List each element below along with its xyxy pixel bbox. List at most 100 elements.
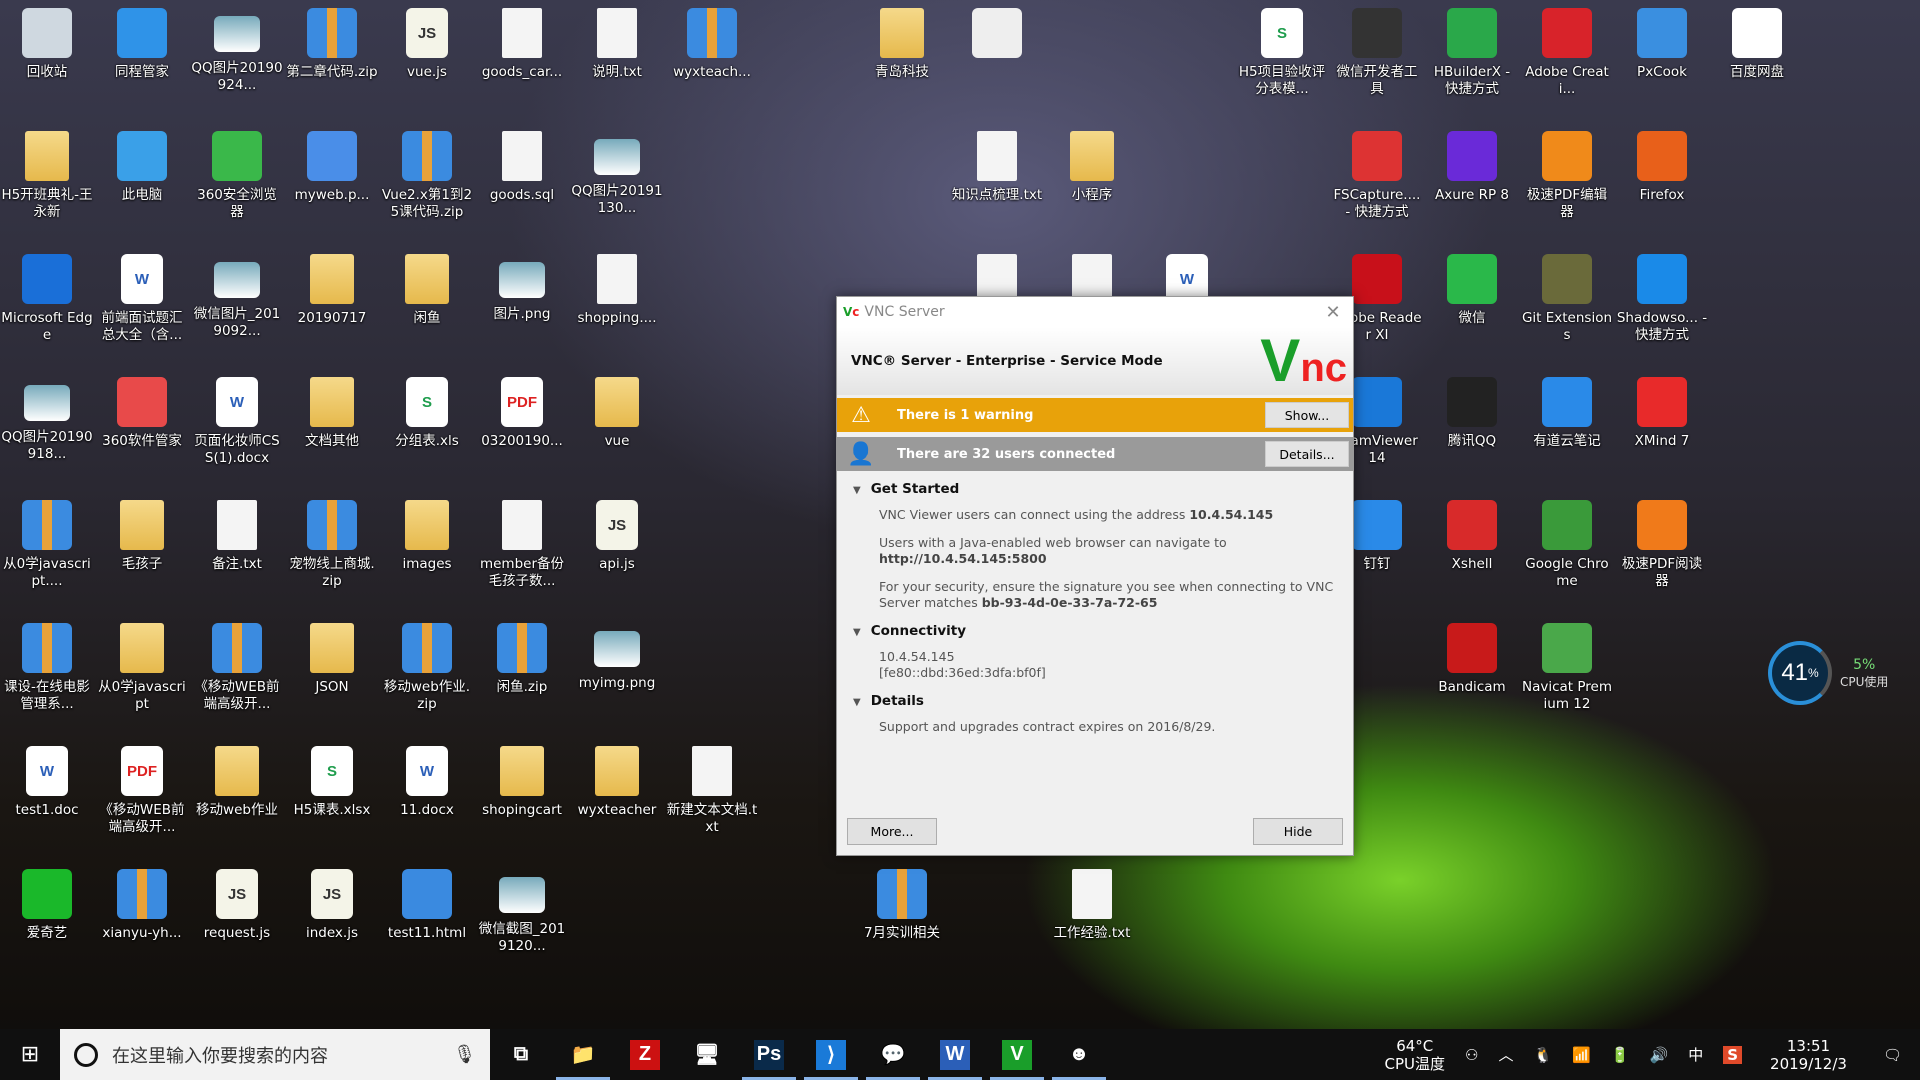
desktop-icon[interactable]: Axure RP 8 [1426,127,1518,204]
details-button[interactable]: Details... [1265,441,1349,467]
desktop-icon[interactable]: 回收站 [1,4,93,81]
desktop-icon[interactable]: 微信截图_2019120... [476,865,568,955]
file-explorer-icon[interactable]: 📁 [552,1029,614,1080]
desktop-icon[interactable]: S H5项目验收评分表模... [1236,4,1328,98]
desktop-icon[interactable]: goods_car... [476,4,568,81]
desktop-icon[interactable]: 备注.txt [191,496,283,573]
desktop-icon[interactable] [951,4,1043,64]
desktop-icon[interactable]: Adobe Creati... [1521,4,1613,98]
desktop-icon[interactable]: JS api.js [571,496,663,573]
cpu-monitor-widget[interactable]: 41% 5% CPU使用 [1768,638,1910,708]
ime-indicator[interactable]: 中 [1678,1046,1713,1064]
desktop-icon[interactable]: 第二章代码.zip [286,4,378,81]
details-toggle[interactable]: ▼ Details [853,693,1337,709]
desktop-icon[interactable]: QQ图片20190924... [191,4,283,94]
desktop-icon[interactable]: 百度网盘 [1711,4,1803,81]
desktop-icon[interactable]: PDF 03200190... [476,373,568,450]
desktop-icon[interactable]: S 分组表.xls [381,373,473,450]
desktop-icon[interactable]: 图片.png [476,250,568,323]
desktop-icon[interactable]: wyxteacher [571,742,663,819]
desktop-icon[interactable]: 闲鱼 [381,250,473,327]
filezilla-icon[interactable]: Z [614,1029,676,1080]
sogou-ime-icon[interactable]: S [1713,1045,1752,1064]
desktop-icon[interactable]: 20190717 [286,250,378,327]
vscode-icon[interactable]: ⟩ [800,1029,862,1080]
desktop-icon[interactable]: 7月实训相关 [856,865,948,942]
desktop-icon[interactable]: 青岛科技 [856,4,948,81]
desktop-icon[interactable]: Shadowso... - 快捷方式 [1616,250,1708,344]
notification-icon[interactable]: 🗨 [1865,1046,1920,1064]
photoshop-icon[interactable]: Ps [738,1029,800,1080]
vnc-icon[interactable]: V [986,1029,1048,1080]
desktop-icon[interactable]: 移动web作业 [191,742,283,819]
desktop-icon[interactable]: W 11.docx [381,742,473,819]
desktop-icon[interactable]: W 前端面试题汇总大全（含... [96,250,188,344]
desktop-icon[interactable]: 360软件管家 [96,373,188,450]
desktop-icon[interactable]: shopingcart [476,742,568,819]
desktop-icon[interactable]: HBuilderX - 快捷方式 [1426,4,1518,98]
get-started-toggle[interactable]: ▼ Get Started [853,481,1337,497]
clock[interactable]: 13:51 2019/12/3 [1752,1037,1865,1073]
volume-icon[interactable]: 🔊 [1640,1046,1679,1064]
desktop-icon[interactable]: PxCook [1616,4,1708,81]
desktop-icon[interactable]: 说明.txt [571,4,663,81]
task-view-icon[interactable]: ⧉ [490,1029,552,1080]
search-box[interactable]: 在这里输入你要搜索的内容 🎙 [60,1029,490,1080]
desktop-icon[interactable]: member备份毛孩子数... [476,496,568,590]
desktop-icon[interactable]: 有道云笔记 [1521,373,1613,450]
desktop-icon[interactable]: 课设-在线电影管理系... [1,619,93,713]
desktop-icon[interactable]: 工作经验.txt [1046,865,1138,942]
desktop-icon[interactable]: FSCapture.... - 快捷方式 [1331,127,1423,221]
desktop-icon[interactable]: 移动web作业.zip [381,619,473,713]
desktop-icon[interactable]: Google Chrome [1521,496,1613,590]
desktop-icon[interactable]: Git Extensions [1521,250,1613,344]
desktop-icon[interactable]: 极速PDF编辑器 [1521,127,1613,221]
desktop-icon[interactable]: JS vue.js [381,4,473,81]
desktop-icon[interactable]: W 页面化妆师CSS(1).docx [191,373,283,467]
desktop-icon[interactable]: myimg.png [571,619,663,692]
desktop-icon[interactable]: 小程序 [1046,127,1138,204]
desktop-icon[interactable]: 同程管家 [96,4,188,81]
desktop-icon[interactable]: myweb.p... [286,127,378,204]
desktop-icon[interactable]: 知识点梳理.txt [951,127,1043,204]
close-button[interactable]: ✕ [1313,302,1353,323]
desktop-icon[interactable]: 此电脑 [96,127,188,204]
desktop-icon[interactable]: 从0学javascript.... [1,496,93,590]
desktop-icon[interactable]: S H5课表.xlsx [286,742,378,819]
desktop-icon[interactable]: H5开班典礼-王永新 [1,127,93,221]
desktop-icon[interactable]: wyxteach... [666,4,758,81]
desktop-icon[interactable]: 微信开发者工具 [1331,4,1423,98]
show-button[interactable]: Show... [1265,402,1349,428]
desktop-icon[interactable]: JS request.js [191,865,283,942]
desktop-icon[interactable]: 文档其他 [286,373,378,450]
desktop-icon[interactable]: Bandicam [1426,619,1518,696]
connectivity-toggle[interactable]: ▼ Connectivity [853,623,1337,639]
desktop-icon[interactable]: Vue2.x第1到25课代码.zip [381,127,473,221]
start-button[interactable]: ⊞ [0,1029,60,1080]
desktop-icon[interactable]: 《移动WEB前端高级开... [191,619,283,713]
desktop-icon[interactable]: xianyu-yh... [96,865,188,942]
desktop-icon[interactable]: XMind 7 [1616,373,1708,450]
desktop-icon[interactable]: 腾讯QQ [1426,373,1518,450]
chevron-up-icon[interactable]: ︿ [1488,1046,1523,1064]
more-button[interactable]: More... [847,818,937,845]
desktop-icon[interactable]: 新建文本文档.txt [666,742,758,836]
desktop-icon[interactable]: 微信图片_2019092... [191,250,283,340]
remote-desktop-icon[interactable]: 🖥 [676,1029,738,1080]
desktop-icon[interactable]: Xshell [1426,496,1518,573]
desktop-icon[interactable]: 360安全浏览器 [191,127,283,221]
desktop-icon[interactable]: shopping.... [571,250,663,327]
tray-app-icon[interactable]: 🐧 [1523,1046,1562,1064]
battery-icon[interactable]: 🔋 [1601,1046,1640,1064]
desktop-icon[interactable]: 闲鱼.zip [476,619,568,696]
desktop-icon[interactable]: 极速PDF阅读器 [1616,496,1708,590]
desktop-icon[interactable]: images [381,496,473,573]
microphone-icon[interactable]: 🎙 [453,1044,476,1065]
wechat-icon[interactable]: 💬 [862,1029,924,1080]
desktop-icon[interactable]: 毛孩子 [96,496,188,573]
hide-button[interactable]: Hide [1253,818,1343,845]
people-icon[interactable]: ⚇ [1455,1046,1488,1064]
desktop-icon[interactable]: test11.html [381,865,473,942]
desktop-icon[interactable]: goods.sql [476,127,568,204]
desktop-icon[interactable]: JSON [286,619,378,696]
